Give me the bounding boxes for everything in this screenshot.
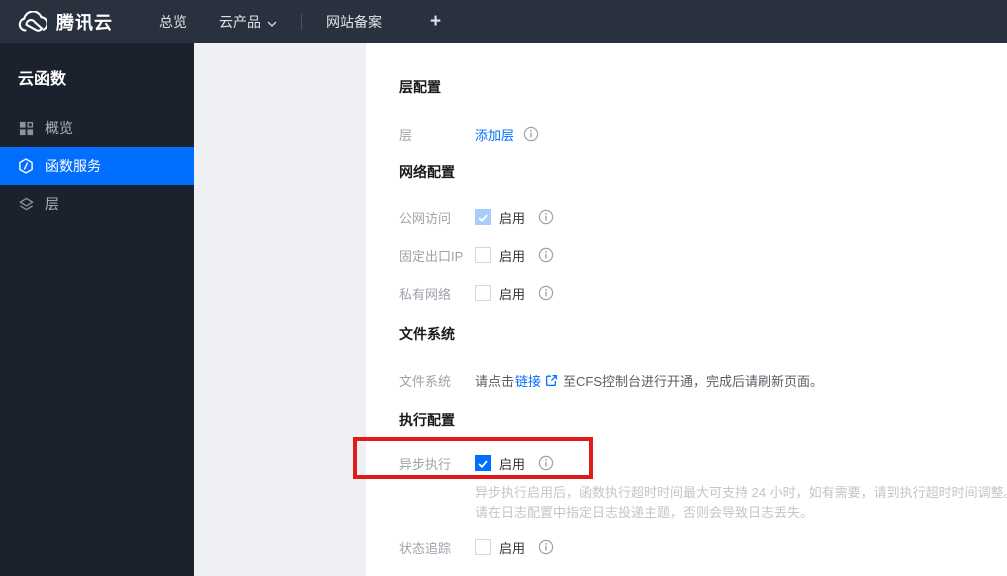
check-icon — [478, 456, 488, 471]
private-network-checkbox[interactable] — [475, 285, 491, 301]
sidebar-item-overview[interactable]: 概览 — [0, 109, 194, 147]
info-icon[interactable] — [538, 539, 554, 555]
fixed-ip-row: 固定出口IP 启用 — [399, 245, 1007, 265]
nav-menu: 总览 云产品 网站备案 + — [149, 0, 453, 43]
chevron-down-icon — [267, 14, 277, 30]
cloud-logo-icon — [17, 10, 47, 33]
enable-label: 启用 — [499, 210, 526, 226]
section-title-layer-config: 层配置 — [399, 79, 441, 95]
async-execution-label: 异步执行 — [399, 456, 452, 472]
enable-label: 启用 — [499, 540, 526, 556]
private-network-row: 私有网络 启用 — [399, 283, 1007, 303]
sidebar-item-function-service[interactable]: 函数服务 — [0, 147, 194, 185]
file-system-hint: 请点击 链接 至CFS控制台进行开通，完成后请刷新页面。 — [475, 371, 823, 390]
async-execution-checkbox[interactable] — [475, 455, 491, 471]
function-hexagon-icon — [18, 158, 34, 174]
private-network-label: 私有网络 — [399, 286, 452, 302]
add-tab-button[interactable]: + — [418, 11, 453, 33]
layer-label: 层 — [399, 127, 413, 143]
top-navbar: 腾讯云 总览 云产品 网站备案 + — [0, 0, 1007, 43]
add-layer-link[interactable]: 添加层 — [475, 125, 514, 144]
async-execution-row: 异步执行 启用 — [399, 453, 1007, 473]
sidebar: 云函数 概览 函数服务 层 — [0, 43, 194, 576]
info-icon[interactable] — [538, 247, 554, 263]
settings-form: 层配置 层 添加层 网络配置 公网访问 启用 固定出口IP 启用 私有网络 启用 — [366, 43, 1007, 576]
nav-divider — [301, 13, 302, 30]
layers-icon — [18, 196, 34, 212]
async-execution-description: 异步执行启用后，函数执行超时时间最大可支持 24 小时，如有需要，请到执行超时时… — [475, 483, 1007, 523]
secondary-panel — [194, 43, 366, 576]
info-icon[interactable] — [523, 126, 539, 142]
status-tracking-label: 状态追踪 — [399, 540, 452, 556]
info-icon[interactable] — [538, 209, 554, 225]
enable-label: 启用 — [499, 248, 526, 264]
public-access-checkbox — [475, 209, 491, 225]
enable-label: 启用 — [499, 456, 526, 472]
desc-line-2: 请在日志配置中指定日志投递主题，否则会导致日志丢失。 — [475, 505, 814, 520]
status-tracking-row: 状态追踪 启用 — [399, 537, 1007, 557]
sidebar-title: 云函数 — [18, 71, 67, 88]
layer-row: 层 添加层 — [399, 124, 1007, 144]
info-icon[interactable] — [538, 455, 554, 471]
status-tracking-checkbox[interactable] — [475, 539, 491, 555]
sidebar-item-label: 概览 — [45, 120, 73, 136]
nav-item-overview[interactable]: 总览 — [149, 0, 197, 43]
sidebar-item-label: 函数服务 — [45, 158, 101, 174]
public-access-label: 公网访问 — [399, 210, 452, 226]
file-system-label: 文件系统 — [399, 373, 452, 389]
enable-label: 启用 — [499, 286, 526, 302]
fixed-ip-label: 固定出口IP — [399, 248, 464, 264]
tencent-cloud-logo[interactable]: 腾讯云 — [0, 9, 113, 35]
nav-item-website-filing[interactable]: 网站备案 — [316, 0, 392, 43]
nav-item-cloud-products[interactable]: 云产品 — [209, 0, 287, 43]
cfs-link[interactable]: 链接 — [515, 371, 541, 390]
check-icon — [478, 210, 488, 225]
desc-line-1: 异步执行启用后，函数执行超时时间最大可支持 24 小时，如有需要，请到执行超时时… — [475, 485, 1007, 500]
sidebar-item-label: 层 — [45, 196, 59, 212]
brand-name: 腾讯云 — [56, 12, 113, 33]
file-system-row: 文件系统 请点击 链接 至CFS控制台进行开通，完成后请刷新页面。 — [399, 370, 1007, 390]
public-access-row: 公网访问 启用 — [399, 207, 1007, 227]
section-title-execution-config: 执行配置 — [399, 412, 455, 428]
sidebar-item-layers[interactable]: 层 — [0, 185, 194, 223]
info-icon[interactable] — [538, 285, 554, 301]
section-title-file-system: 文件系统 — [399, 326, 455, 342]
sidebar-menu: 概览 函数服务 层 — [0, 109, 194, 223]
grid-icon — [18, 120, 34, 136]
fixed-ip-checkbox[interactable] — [475, 247, 491, 263]
external-link-icon[interactable] — [545, 374, 558, 387]
section-title-network-config: 网络配置 — [399, 164, 455, 180]
